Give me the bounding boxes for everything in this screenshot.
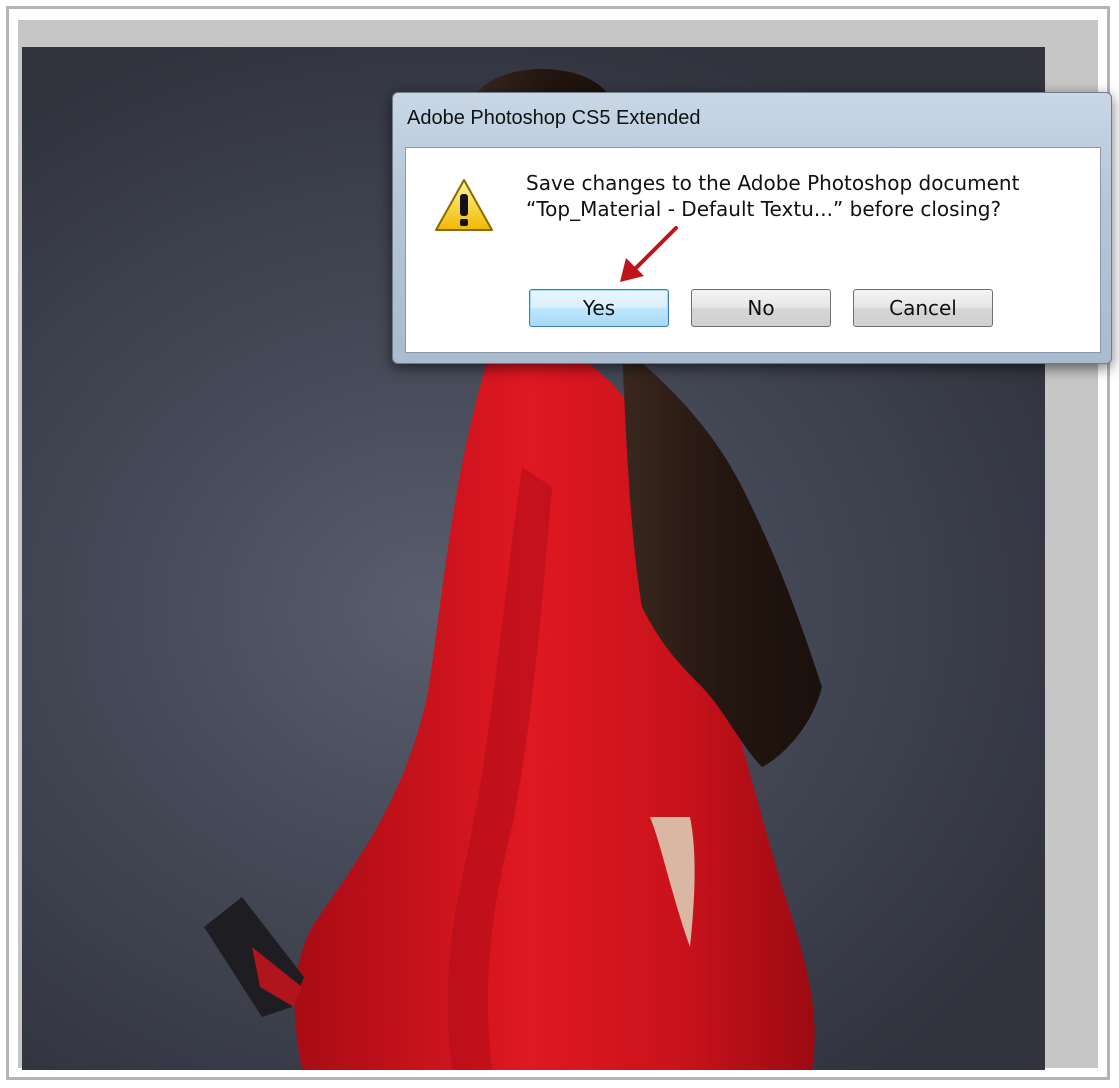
message-line-2: “Top_Material - Default Textu...” before… [526, 197, 1002, 221]
yes-button[interactable]: Yes [529, 289, 669, 327]
annotation-arrow [620, 226, 678, 282]
no-button[interactable]: No [691, 289, 831, 327]
dialog-message: Save changes to the Adobe Photoshop docu… [526, 170, 1096, 222]
dialog-title: Adobe Photoshop CS5 Extended [407, 107, 701, 129]
message-line-1: Save changes to the Adobe Photoshop docu… [526, 171, 1020, 195]
cancel-button[interactable]: Cancel [853, 289, 993, 327]
save-changes-dialog: Adobe Photoshop CS5 Extended Save change… [392, 92, 1112, 364]
warning-icon [432, 176, 496, 236]
